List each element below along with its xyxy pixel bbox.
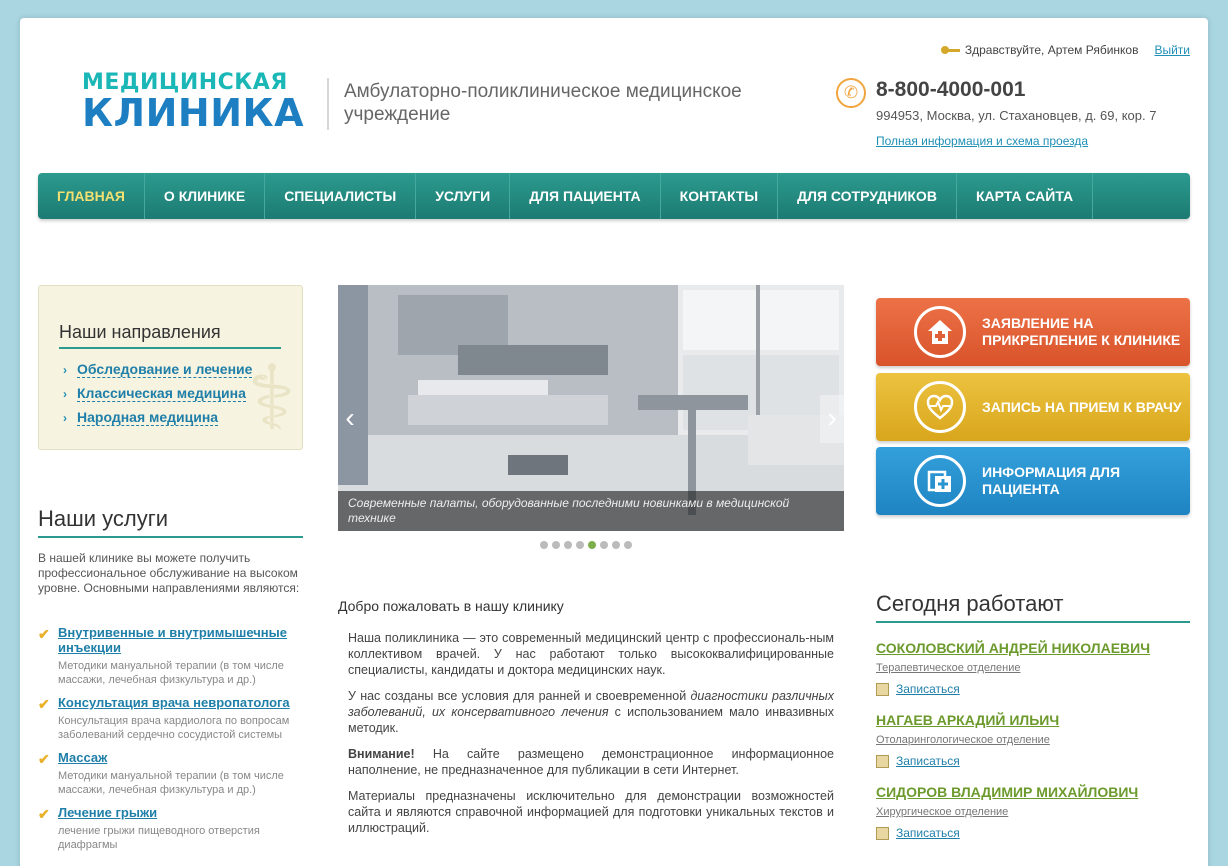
doctor-name[interactable]: СОКОЛОВСКИЙ АНДРЕЙ НИКОЛАЕВИЧ xyxy=(876,640,1196,656)
service-link[interactable]: Консультация врача невропатолога xyxy=(58,695,308,710)
service-item: ✔ Консультация врача невропатолога Консу… xyxy=(38,695,308,742)
nav-item-staff[interactable]: Для сотрудников xyxy=(778,173,957,219)
slider-dot[interactable] xyxy=(600,541,608,549)
welcome-text: Наша поликлиника — это современный медиц… xyxy=(348,630,834,846)
direction-item[interactable]: › Народная медицина xyxy=(63,409,252,426)
directions-box: ⚕ Наши направления › Обследование и лечен… xyxy=(38,285,303,450)
calendar-icon xyxy=(876,826,889,840)
welcome-paragraph: У нас созданы все условия для ранней и с… xyxy=(348,689,834,735)
doctors-list: СОКОЛОВСКИЙ АНДРЕЙ НИКОЛАЕВИЧ Терапевтич… xyxy=(876,640,1196,856)
direction-item[interactable]: › Обследование и лечение xyxy=(63,361,253,378)
checkmark-icon: ✔ xyxy=(38,751,50,767)
doctor-card: НАГАЕВ АРКАДИЙ ИЛЬИЧ Отоларингологическо… xyxy=(876,712,1196,768)
service-desc: Консультация врача кардиолога по вопроса… xyxy=(58,715,290,741)
calendar-icon xyxy=(876,682,889,696)
phone-icon: ✆ xyxy=(836,78,866,108)
welcome-title: Добро пожаловать в нашу клинику xyxy=(338,598,564,614)
logo[interactable]: МЕДИЦИНСКАЯ КЛИНИКА xyxy=(82,72,304,135)
doctor-dept: Отоларингологическое отделение xyxy=(876,734,1050,746)
main-nav: Главная О клинике Специалисты Услуги Для… xyxy=(38,173,1190,219)
service-link[interactable]: Массаж xyxy=(58,750,308,765)
nav-item-services[interactable]: Услуги xyxy=(416,173,511,219)
welcome-paragraph: Внимание! На сайте размещено демонстраци… xyxy=(348,747,834,777)
service-link[interactable]: Лечение грыжи xyxy=(58,805,308,820)
greeting-text: Здравствуйте, Артем Рябинков xyxy=(964,43,1139,57)
welcome-paragraph: Наша поликлиника — это современный медиц… xyxy=(348,631,834,677)
house-cross-icon xyxy=(914,306,966,358)
services-list: ✔ Внутривенные и внутримышечные инъекции… xyxy=(38,625,308,860)
slider-dot[interactable] xyxy=(552,541,560,549)
service-item: ✔ Лечение грыжи лечение грыжи пищеводног… xyxy=(38,805,308,852)
patient-info-button[interactable]: Информация для пациента xyxy=(876,447,1190,515)
services-intro: В нашей клинике вы можете получить профе… xyxy=(38,551,300,595)
service-item: ✔ Внутривенные и внутримышечные инъекции… xyxy=(38,625,308,687)
slider-dot[interactable] xyxy=(540,541,548,549)
nav-item-home[interactable]: Главная xyxy=(38,173,145,219)
service-item: ✔ Массаж Методики мануальной терапии (в … xyxy=(38,750,308,797)
checkmark-icon: ✔ xyxy=(38,626,50,642)
page: Здравствуйте, Артем Рябинков Выйти МЕДИЦ… xyxy=(20,18,1208,866)
slider-dot[interactable] xyxy=(612,541,620,549)
heart-pulse-icon xyxy=(914,381,966,433)
slider-dot[interactable] xyxy=(588,541,596,549)
doctor-card: СИДОРОВ ВЛАДИМИР МИХАЙЛОВИЧ Хирургическо… xyxy=(876,784,1196,840)
book-link[interactable]: Записаться xyxy=(876,682,1196,696)
nav-item-patient[interactable]: Для пациента xyxy=(510,173,661,219)
phone-number: 8-800-4000-001 xyxy=(876,78,1026,101)
tagline: Амбулаторно-поликлиническое медицинское … xyxy=(344,81,742,125)
header-divider xyxy=(327,78,329,130)
button-label: Информация для пациента xyxy=(982,464,1121,497)
direction-item[interactable]: › Классическая медицина xyxy=(63,385,252,402)
book-link[interactable]: Записаться xyxy=(876,754,1196,768)
appointment-button[interactable]: Запись на прием к врачу xyxy=(876,373,1190,441)
folder-cross-icon xyxy=(914,455,966,507)
service-desc: Методики мануальной терапии (в том числе… xyxy=(58,660,284,686)
slider-dots xyxy=(540,541,636,549)
welcome-paragraph: Материалы предназначены исключительно дл… xyxy=(348,789,834,835)
directions-title: Наши направления xyxy=(59,322,281,349)
doctor-card: СОКОЛОВСКИЙ АНДРЕЙ НИКОЛАЕВИЧ Терапевтич… xyxy=(876,640,1196,696)
slider-next-button[interactable]: › xyxy=(820,395,844,443)
doctor-dept: Терапевтическое отделение xyxy=(876,662,1021,674)
service-desc: Методики мануальной терапии (в том числе… xyxy=(58,770,284,796)
doctor-name[interactable]: СИДОРОВ ВЛАДИМИР МИХАЙЛОВИЧ xyxy=(876,784,1196,800)
attach-application-button[interactable]: Заявление на прикрепление к клинике xyxy=(876,298,1190,366)
logo-bottom: КЛИНИКА xyxy=(82,91,304,135)
button-label: Заявление на прикрепление к клинике xyxy=(982,315,1181,348)
nav-item-specialists[interactable]: Специалисты xyxy=(265,173,417,219)
doctor-dept: Хирургическое отделение xyxy=(876,806,1009,818)
book-link[interactable]: Записаться xyxy=(876,826,1196,840)
slider-prev-button[interactable]: ‹ xyxy=(338,395,362,443)
chevron-right-icon: › xyxy=(63,362,67,377)
doctor-name[interactable]: НАГАЕВ АРКАДИЙ ИЛЬИЧ xyxy=(876,712,1196,728)
nav-item-sitemap[interactable]: Карта сайта xyxy=(957,173,1094,219)
service-desc: лечение грыжи пищеводного отверстия диаф… xyxy=(58,825,260,851)
slider-dot[interactable] xyxy=(564,541,572,549)
nav-item-about[interactable]: О клинике xyxy=(145,173,266,219)
calendar-icon xyxy=(876,754,889,768)
today-title: Сегодня работают xyxy=(876,591,1190,623)
checkmark-icon: ✔ xyxy=(38,696,50,712)
directions-list: › Обследование и лечение › Классическая ме… xyxy=(63,361,253,433)
slider-dot[interactable] xyxy=(624,541,632,549)
service-link[interactable]: Внутривенные и внутримышечные инъекции xyxy=(58,625,308,655)
key-icon xyxy=(940,45,961,55)
caduceus-icon: ⚕ xyxy=(247,349,296,449)
nav-item-contacts[interactable]: Контакты xyxy=(661,173,779,219)
chevron-right-icon: › xyxy=(63,386,67,401)
image-slider[interactable]: ‹ › Современные палаты, оборудованные по… xyxy=(338,285,844,531)
slider-dot[interactable] xyxy=(576,541,584,549)
checkmark-icon: ✔ xyxy=(38,806,50,822)
logout-link[interactable]: Выйти xyxy=(1154,43,1190,57)
chevron-right-icon: › xyxy=(63,410,67,425)
services-title: Наши услуги xyxy=(38,506,303,538)
address: 994953, Москва, ул. Стахановцев, д. 69, … xyxy=(876,108,1157,123)
full-info-link[interactable]: Полная информация и схема проезда xyxy=(876,134,1088,148)
slider-caption: Современные палаты, оборудованные послед… xyxy=(338,491,844,531)
user-greeting: Здравствуйте, Артем Рябинков Выйти xyxy=(940,43,1190,57)
button-label: Запись на прием к врачу xyxy=(982,398,1182,415)
